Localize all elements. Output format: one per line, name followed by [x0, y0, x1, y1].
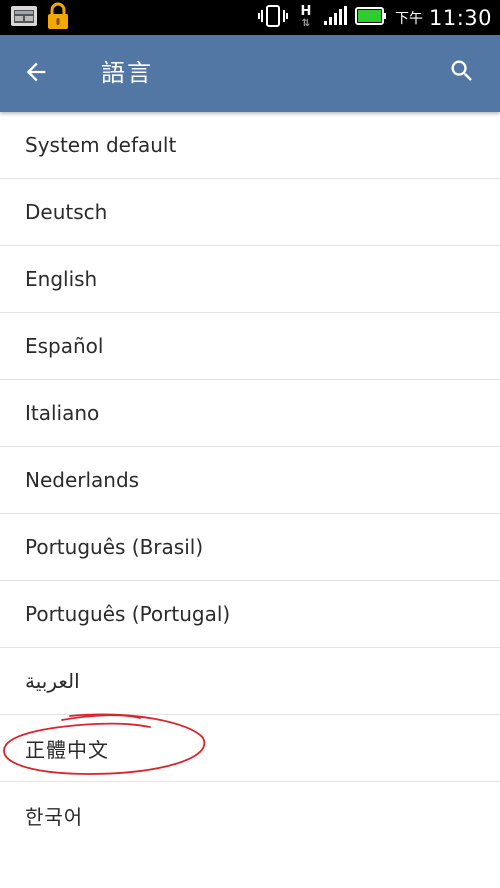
language-label: English	[25, 267, 98, 291]
language-label: Español	[25, 334, 104, 358]
data-activity-icon: ⇅	[301, 17, 311, 29]
language-item-italiano[interactable]: Italiano	[0, 380, 500, 447]
language-item-portugues-portugal[interactable]: Português (Portugal)	[0, 581, 500, 648]
language-item-deutsch[interactable]: Deutsch	[0, 179, 500, 246]
arrow-back-icon	[22, 58, 50, 90]
app-bar: 語言	[0, 35, 500, 112]
language-item-korean[interactable]: 한국어	[0, 782, 500, 848]
language-label: Deutsch	[25, 200, 108, 224]
lock-icon	[46, 2, 70, 34]
screenshot-icon	[10, 5, 38, 31]
page-title: 語言	[101, 59, 153, 87]
language-item-system-default[interactable]: System default	[0, 112, 500, 179]
signal-strength-icon	[323, 5, 347, 30]
language-list: System default Deutsch English Español I…	[0, 112, 500, 848]
status-bar-system: H ⇅ 下午 11:30	[257, 0, 492, 35]
status-bar-time: 11:30	[428, 5, 492, 30]
back-button[interactable]	[14, 53, 58, 95]
vibrate-icon	[257, 4, 289, 32]
language-label: System default	[25, 133, 177, 157]
language-label: 正體中文	[25, 737, 109, 762]
status-bar: H ⇅ 下午 11:30	[0, 0, 500, 35]
language-label: العربية	[25, 669, 80, 693]
status-bar-ampm: 下午	[394, 10, 423, 27]
language-label: Português (Brasil)	[25, 535, 204, 559]
language-item-espanol[interactable]: Español	[0, 313, 500, 380]
language-label: Nederlands	[25, 468, 140, 492]
status-bar-notifications	[10, 2, 70, 34]
network-type-indicator: H ⇅	[297, 3, 315, 30]
battery-icon	[354, 6, 387, 30]
language-item-portugues-brasil[interactable]: Português (Brasil)	[0, 514, 500, 581]
language-label: 한국어	[25, 804, 84, 829]
search-icon	[448, 57, 476, 89]
language-label: Italiano	[25, 401, 100, 425]
language-label: Português (Portugal)	[25, 602, 231, 626]
language-item-nederlands[interactable]: Nederlands	[0, 447, 500, 514]
network-type-label: H	[300, 3, 312, 19]
search-button[interactable]	[440, 51, 484, 95]
language-item-arabic[interactable]: العربية	[0, 648, 500, 715]
language-item-english[interactable]: English	[0, 246, 500, 313]
language-item-traditional-chinese[interactable]: 正體中文	[0, 715, 500, 782]
